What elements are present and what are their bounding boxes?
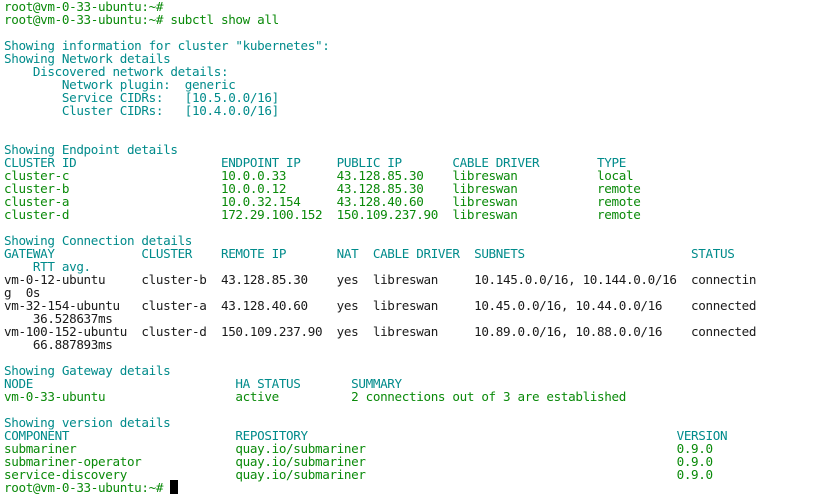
terminal-line: vm-0-33-ubuntu active 2 connections out … — [4, 389, 626, 404]
terminal-line: vm-100-152-ubuntu cluster-d 150.109.237.… — [4, 324, 757, 339]
terminal-cursor — [170, 480, 178, 494]
terminal-prompt-line[interactable]: root@vm-0-33-ubuntu:~# — [4, 480, 178, 494]
terminal-line: GATEWAY CLUSTER REMOTE IP NAT CABLE DRIV… — [4, 246, 735, 261]
terminal-line: root@vm-0-33-ubuntu:~# subctl show all — [4, 12, 279, 27]
terminal-line: 66.887893ms — [4, 337, 113, 352]
terminal-line: cluster-d 172.29.100.152 150.109.237.90 … — [4, 207, 641, 222]
terminal-window[interactable]: root@vm-0-33-ubuntu:~# root@vm-0-33-ubunt… — [0, 0, 840, 494]
terminal-line: vm-32-154-ubuntu cluster-a 43.128.40.60 … — [4, 298, 757, 313]
terminal-line: Cluster CIDRs: [10.4.0.0/16] — [4, 103, 279, 118]
terminal-line: vm-0-12-ubuntu cluster-b 43.128.85.30 ye… — [4, 272, 757, 287]
